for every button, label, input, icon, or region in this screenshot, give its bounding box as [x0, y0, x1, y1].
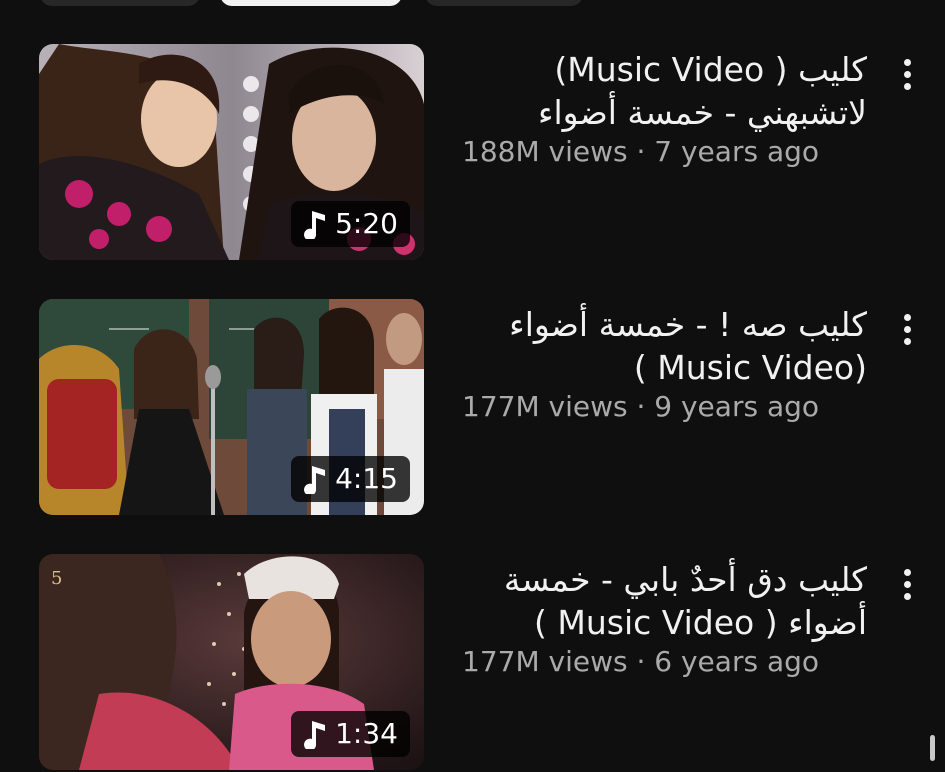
music-note-icon	[304, 211, 326, 239]
video-thumbnail[interactable]: 4:15	[39, 299, 424, 515]
video-item[interactable]: 5 1:34 كليب دق أحدٌ بابي - خمسة أضواء ( …	[0, 554, 945, 772]
more-vert-icon[interactable]	[890, 50, 924, 98]
svg-text:5: 5	[51, 568, 62, 589]
filter-chip[interactable]	[40, 0, 200, 6]
video-title-line: لاتشبهني - خمسة أضواء	[538, 93, 867, 132]
duration-badge: 4:15	[291, 456, 410, 502]
video-thumbnail[interactable]: 5 1:34	[39, 554, 424, 770]
video-title-line: ( Music Video)	[633, 348, 867, 387]
scrollbar[interactable]	[930, 735, 935, 761]
music-note-icon	[304, 466, 326, 494]
video-title-line: كليب ( Music Video)	[554, 50, 867, 89]
video-thumbnail[interactable]: 5:20	[39, 44, 424, 260]
duration-text: 5:20	[335, 207, 398, 240]
duration-badge: 1:34	[291, 711, 410, 757]
more-vert-icon[interactable]	[890, 305, 924, 353]
duration-text: 4:15	[335, 462, 398, 495]
video-title[interactable]: كليب دق أحدٌ بابي - خمسة أضواء ( Music V…	[462, 558, 867, 644]
filter-chip-selected[interactable]	[220, 0, 402, 6]
music-note-icon	[304, 721, 326, 749]
video-meta: 177M views · 6 years ago	[462, 645, 819, 678]
video-title-line: كليب دق أحدٌ بابي - خمسة	[503, 560, 867, 599]
video-title-line: أضواء ( Music Video )	[534, 603, 867, 642]
video-title[interactable]: كليب ( Music Video) لاتشبهني - خمسة أضوا…	[462, 48, 867, 134]
video-info[interactable]: كليب صه ! - خمسة أضواء ( Music Video) 17…	[462, 303, 867, 425]
video-title[interactable]: كليب صه ! - خمسة أضواء ( Music Video)	[462, 303, 867, 389]
video-info[interactable]: كليب ( Music Video) لاتشبهني - خمسة أضوا…	[462, 48, 867, 170]
duration-badge: 5:20	[291, 201, 410, 247]
video-title-line: كليب صه ! - خمسة أضواء	[509, 305, 867, 344]
video-info[interactable]: كليب دق أحدٌ بابي - خمسة أضواء ( Music V…	[462, 558, 867, 680]
video-meta: 177M views · 9 years ago	[462, 390, 819, 423]
more-vert-icon[interactable]	[890, 560, 924, 608]
video-item[interactable]: 4:15 كليب صه ! - خمسة أضواء ( Music Vide…	[0, 299, 945, 517]
video-meta: 188M views · 7 years ago	[462, 135, 819, 168]
filter-chip[interactable]	[425, 0, 583, 6]
duration-text: 1:34	[335, 717, 398, 750]
video-item[interactable]: 5:20 كليب ( Music Video) لاتشبهني - خمسة…	[0, 44, 945, 262]
